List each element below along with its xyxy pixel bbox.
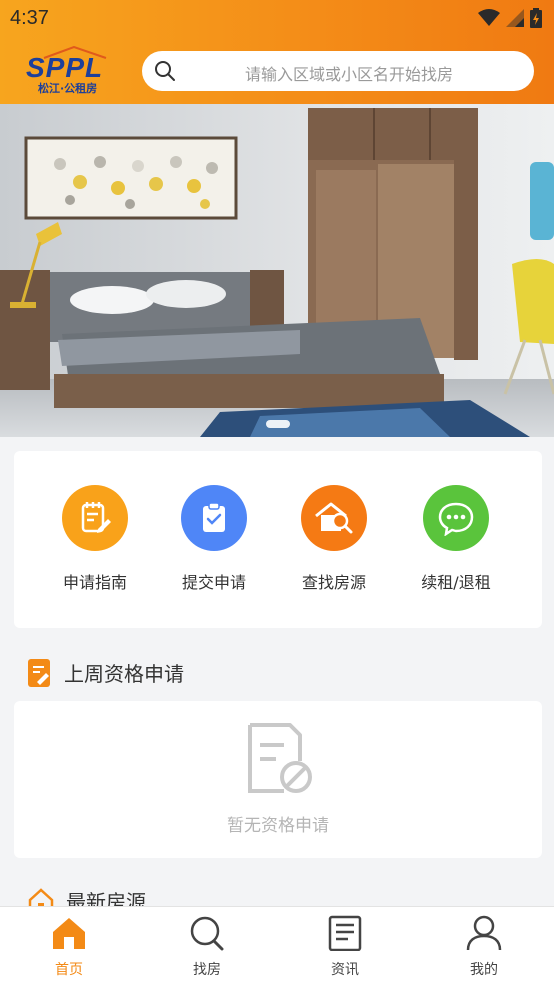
chat-icon (423, 485, 489, 551)
banner-image (0, 104, 554, 437)
search-icon (190, 916, 224, 951)
section-title: 上周资格申请 (64, 662, 184, 686)
bottom-tab-bar: 首页 找房 资讯 我的 (0, 906, 554, 984)
logo-subtitle: 松江·公租房 (38, 82, 98, 95)
tab-label: 资讯 (331, 962, 359, 978)
tab-label: 我的 (470, 962, 498, 978)
tab-mine[interactable]: 我的 (439, 915, 529, 979)
wifi-icon (478, 9, 500, 26)
quick-item-renew[interactable]: 续租/退租 (396, 485, 516, 593)
status-bar: 4:37 (0, 0, 554, 38)
news-icon (328, 915, 362, 952)
clipboard-check-icon (181, 485, 247, 551)
empty-state-card: 暂无资格申请 (14, 701, 542, 858)
quick-menu-card: 申请指南 提交申请 查找房源 续租/退租 (14, 451, 542, 628)
home-icon (53, 918, 85, 949)
no-document-icon (248, 723, 312, 793)
empty-state-text: 暂无资格申请 (227, 816, 329, 836)
user-icon (466, 915, 502, 951)
banner-carousel[interactable] (0, 104, 554, 437)
quick-item-guide[interactable]: 申请指南 (35, 485, 155, 593)
app-header: 4:37 SPPL 松江·公租房 请输入区域或小区名开始找房 (0, 0, 554, 104)
search-bar[interactable]: 请输入区域或小区名开始找房 (142, 51, 534, 91)
quick-item-label: 申请指南 (62, 573, 127, 592)
search-placeholder: 请输入区域或小区名开始找房 (244, 65, 453, 84)
carousel-indicator[interactable] (266, 420, 290, 428)
status-time: 4:37 (10, 7, 49, 29)
quick-item-label: 续租/退租 (421, 573, 491, 592)
battery-icon (530, 8, 542, 28)
status-icons (478, 8, 542, 28)
tab-find-house[interactable]: 找房 (162, 915, 252, 979)
tab-home[interactable]: 首页 (24, 915, 114, 979)
quick-item-label: 查找房源 (301, 573, 366, 592)
section-last-week: 上周资格申请 (28, 658, 184, 687)
quick-item-submit[interactable]: 提交申请 (154, 485, 274, 593)
tab-label: 首页 (55, 962, 83, 978)
quick-item-label: 提交申请 (181, 573, 246, 592)
signal-icon (506, 9, 524, 27)
tab-label: 找房 (193, 962, 221, 978)
sppl-logo: SPPL 松江·公租房 (22, 46, 120, 98)
document-edit-icon (28, 658, 50, 687)
house-search-icon (301, 485, 367, 551)
quick-item-find-house[interactable]: 查找房源 (274, 485, 394, 593)
tab-news[interactable]: 资讯 (300, 915, 390, 979)
guide-icon (62, 485, 128, 551)
